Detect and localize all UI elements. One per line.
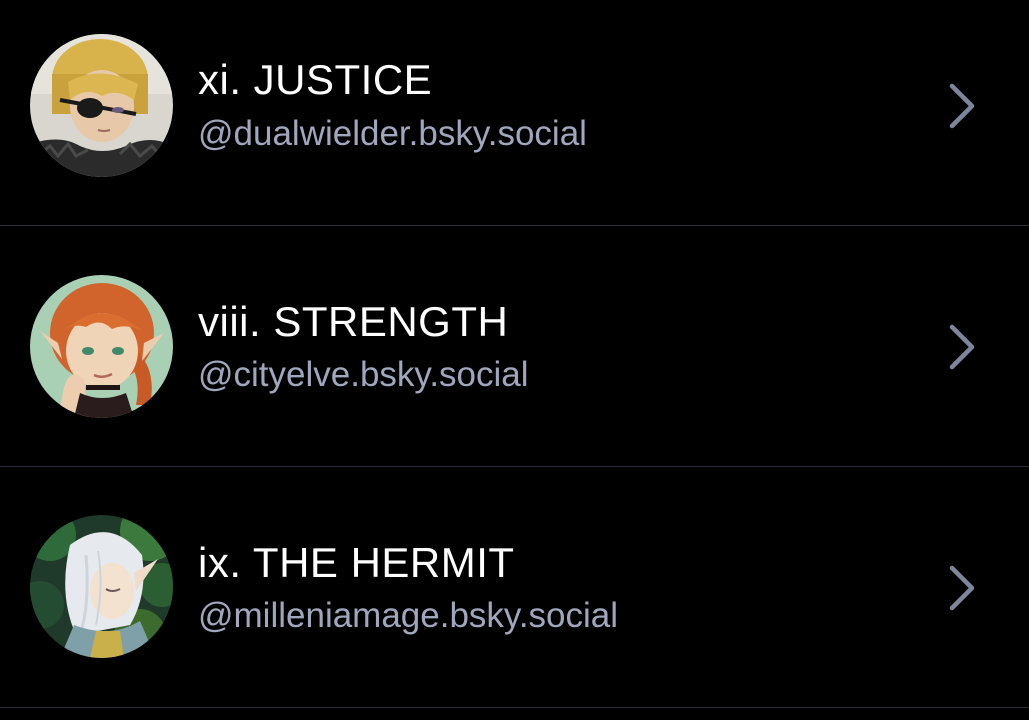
account-row-justice[interactable]: xi. JUSTICE @dualwielder.bsky.social [0, 0, 1029, 211]
account-name: xi. JUSTICE [198, 56, 433, 103]
account-list: xi. JUSTICE @dualwielder.bsky.social vii… [0, 0, 1029, 720]
chevron-right-icon[interactable] [944, 82, 980, 130]
account-row-strength[interactable]: viii. STRENGTH @cityelve.bsky.social [0, 226, 1029, 451]
account-handle: @cityelve.bsky.social [198, 355, 529, 394]
account-handle: @dualwielder.bsky.social [198, 114, 587, 153]
avatar [30, 515, 173, 658]
account-handle: @milleniamage.bsky.social [198, 596, 619, 635]
avatar-redhead-elf-icon [30, 275, 173, 418]
chevron-right-icon[interactable] [944, 323, 980, 371]
avatar [30, 34, 173, 177]
row-divider [0, 707, 1029, 708]
account-name: viii. STRENGTH [198, 298, 509, 345]
avatar-white-haired-elf-icon [30, 515, 173, 658]
account-name: ix. THE HERMIT [198, 539, 515, 586]
chevron-right-icon[interactable] [944, 564, 980, 612]
avatar [30, 275, 173, 418]
avatar-blond-eyepatch-icon [30, 34, 173, 177]
account-row-hermit[interactable]: ix. THE HERMIT @milleniamage.bsky.social [0, 467, 1029, 692]
